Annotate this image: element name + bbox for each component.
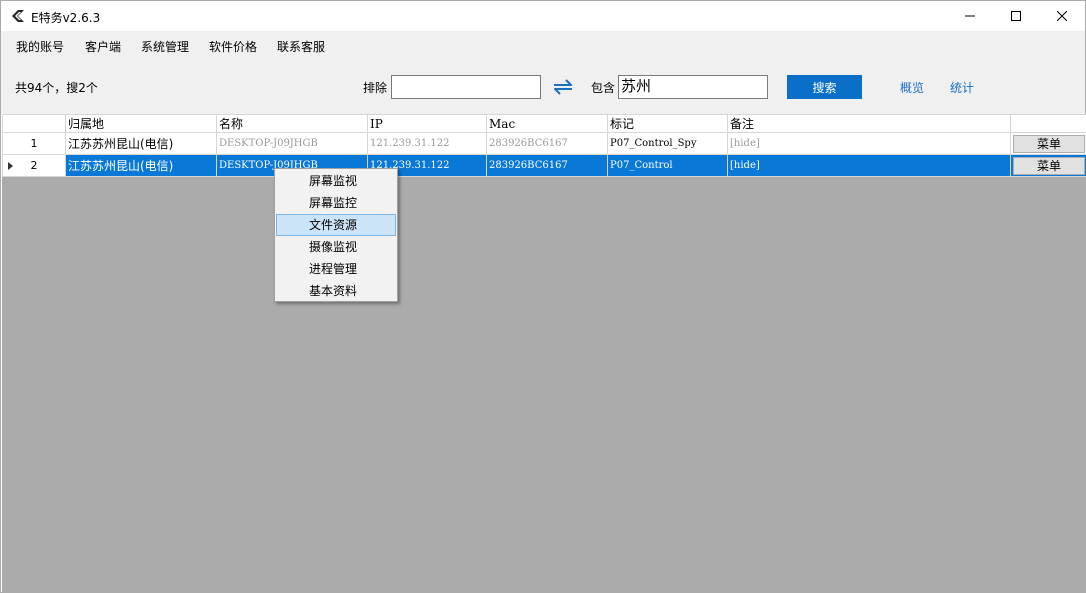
close-icon (1057, 11, 1067, 21)
row-menu-button[interactable]: 菜单 (1013, 156, 1085, 175)
row-number: 2 (2, 154, 66, 177)
menu-client[interactable]: 客户端 (85, 38, 121, 55)
cell-action: 菜单 (1010, 132, 1086, 155)
client-grid-area: 归属地 名称 IP Mac 标记 备注 1 江苏苏州昆山(电信) DESKTOP… (2, 114, 1086, 593)
context-menu: 屏幕监视 屏幕监控 文件资源 摄像监视 进程管理 基本资料 (274, 168, 398, 302)
window-title: E特务v2.6.3 (31, 11, 101, 25)
maximize-icon (1011, 11, 1021, 21)
ctx-camera-watch[interactable]: 摄像监视 (276, 236, 396, 258)
header-action (1010, 114, 1086, 133)
row-number-text: 2 (30, 159, 38, 172)
minimize-icon (965, 15, 975, 17)
grid-header-row: 归属地 名称 IP Mac 标记 备注 (2, 114, 1086, 133)
ctx-screen-control[interactable]: 屏幕监控 (276, 192, 396, 214)
cell-tag: P07_Control_Spy (607, 132, 728, 155)
overview-link[interactable]: 概览 (900, 79, 924, 96)
table-row[interactable]: 1 江苏苏州昆山(电信) DESKTOP-J09JHGB 121.239.31.… (2, 132, 1086, 155)
ctx-process-management[interactable]: 进程管理 (276, 258, 396, 280)
app-window: E特务v2.6.3 我的账号 客户端 系统管理 软件价格 联系客服 共94个，搜… (0, 0, 1086, 593)
menu-contact-support[interactable]: 联系客服 (277, 38, 325, 55)
row-menu-button[interactable]: 菜单 (1013, 134, 1085, 153)
cell-name: DESKTOP-J09JHGB (216, 132, 368, 155)
exclude-input[interactable] (391, 75, 541, 99)
cell-place: 江苏苏州昆山(电信) (65, 132, 217, 155)
cell-note: [hide] (727, 154, 1011, 177)
minimize-button[interactable] (947, 1, 993, 31)
cell-mac: 283926BC6167 (486, 132, 608, 155)
menu-my-account[interactable]: 我的账号 (16, 38, 64, 55)
header-note[interactable]: 备注 (727, 114, 1011, 133)
app-logo-icon (10, 8, 26, 24)
include-label: 包含 (591, 81, 616, 95)
client-grid: 归属地 名称 IP Mac 标记 备注 1 江苏苏州昆山(电信) DESKTOP… (2, 114, 1086, 177)
row-number: 1 (2, 132, 66, 155)
current-row-icon (8, 162, 13, 170)
cell-mac: 283926BC6167 (486, 154, 608, 177)
result-count: 共94个，搜2个 (15, 81, 98, 95)
table-row-selected[interactable]: 2 江苏苏州昆山(电信) DESKTOP-J09JHGB 121.239.31.… (2, 154, 1086, 177)
cell-tag: P07_Control (607, 154, 728, 177)
menu-bar: 我的账号 客户端 系统管理 软件价格 联系客服 (1, 31, 1085, 59)
menu-software-price[interactable]: 软件价格 (209, 38, 257, 55)
maximize-button[interactable] (993, 1, 1039, 31)
exclude-label: 排除 (363, 81, 388, 95)
swap-icon[interactable] (552, 77, 574, 97)
cell-ip: 121.239.31.122 (367, 132, 487, 155)
include-input[interactable]: 苏州 (618, 75, 768, 99)
close-button[interactable] (1039, 1, 1085, 31)
header-name[interactable]: 名称 (216, 114, 368, 133)
header-ip[interactable]: IP (367, 114, 487, 133)
header-tag[interactable]: 标记 (607, 114, 728, 133)
ctx-file-resources[interactable]: 文件资源 (276, 214, 396, 236)
header-place[interactable]: 归属地 (65, 114, 217, 133)
cell-action: 菜单 (1010, 154, 1086, 177)
cell-place: 江苏苏州昆山(电信) (65, 154, 217, 177)
search-toolbar: 共94个，搜2个 排除 包含 苏州 搜索 概览 统计 (1, 59, 1085, 114)
header-mac[interactable]: Mac (486, 114, 608, 133)
title-bar[interactable]: E特务v2.6.3 (1, 1, 1085, 31)
search-button[interactable]: 搜索 (787, 75, 862, 99)
ctx-basic-info[interactable]: 基本资料 (276, 280, 396, 302)
menu-system-management[interactable]: 系统管理 (141, 38, 189, 55)
stats-link[interactable]: 统计 (950, 79, 974, 96)
ctx-screen-watch[interactable]: 屏幕监视 (276, 170, 396, 192)
cell-note: [hide] (727, 132, 1011, 155)
header-row-number (2, 114, 66, 133)
